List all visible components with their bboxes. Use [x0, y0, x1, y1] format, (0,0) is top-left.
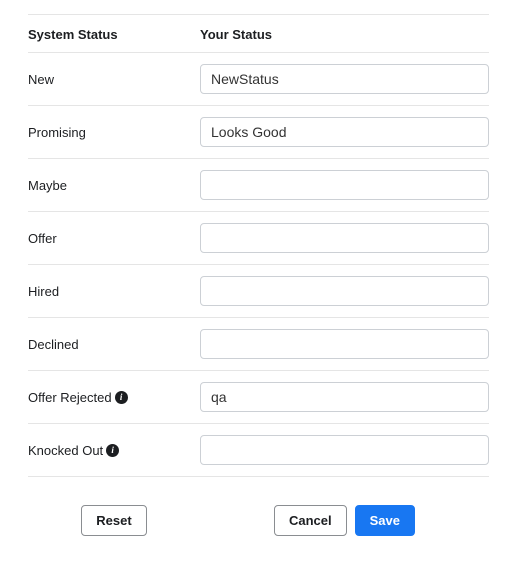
status-label-text: Offer [28, 231, 57, 246]
status-input-new[interactable] [200, 64, 489, 94]
status-label-text: Knocked Out [28, 443, 103, 458]
table-row: Promising [28, 106, 489, 159]
status-rows: New Promising Maybe Offer Hired Declined Offer… [28, 52, 489, 477]
status-input-offer[interactable] [200, 223, 489, 253]
status-input-wrap [200, 117, 489, 147]
status-label-maybe: Maybe [28, 178, 200, 193]
status-input-wrap [200, 64, 489, 94]
status-input-promising[interactable] [200, 117, 489, 147]
status-input-wrap [200, 276, 489, 306]
status-label-offer: Offer [28, 231, 200, 246]
status-label-knocked-out: Knocked Outi [28, 443, 200, 458]
table-row: Offer Rejectedi [28, 371, 489, 424]
table-row: New [28, 53, 489, 106]
table-row: Offer [28, 212, 489, 265]
info-icon[interactable]: i [115, 391, 128, 404]
table-row: Declined [28, 318, 489, 371]
status-label-hired: Hired [28, 284, 200, 299]
status-input-wrap [200, 435, 489, 465]
status-label-text: Promising [28, 125, 86, 140]
status-label-text: Maybe [28, 178, 67, 193]
status-input-hired[interactable] [200, 276, 489, 306]
status-label-declined: Declined [28, 337, 200, 352]
status-label-new: New [28, 72, 200, 87]
status-input-knocked-out[interactable] [200, 435, 489, 465]
status-input-wrap [200, 223, 489, 253]
save-button[interactable]: Save [355, 505, 415, 536]
info-icon[interactable]: i [106, 444, 119, 457]
status-input-maybe[interactable] [200, 170, 489, 200]
status-label-promising: Promising [28, 125, 200, 140]
status-input-wrap [200, 382, 489, 412]
status-label-text: Hired [28, 284, 59, 299]
action-bar: Reset Cancel Save [28, 477, 489, 536]
table-row: Knocked Outi [28, 424, 489, 477]
table-header: System Status Your Status [28, 15, 489, 52]
reset-button[interactable]: Reset [81, 505, 146, 536]
cancel-button[interactable]: Cancel [274, 505, 347, 536]
status-input-declined[interactable] [200, 329, 489, 359]
status-input-wrap [200, 329, 489, 359]
header-system-status: System Status [28, 27, 200, 42]
status-mapping-panel: System Status Your Status New Promising Ma… [0, 14, 517, 556]
status-label-text: Declined [28, 337, 79, 352]
header-your-status: Your Status [200, 27, 489, 42]
status-input-wrap [200, 170, 489, 200]
status-input-offer-rejected[interactable] [200, 382, 489, 412]
status-label-text: New [28, 72, 54, 87]
table-row: Hired [28, 265, 489, 318]
table-row: Maybe [28, 159, 489, 212]
status-label-offer-rejected: Offer Rejectedi [28, 390, 200, 405]
status-label-text: Offer Rejected [28, 390, 112, 405]
